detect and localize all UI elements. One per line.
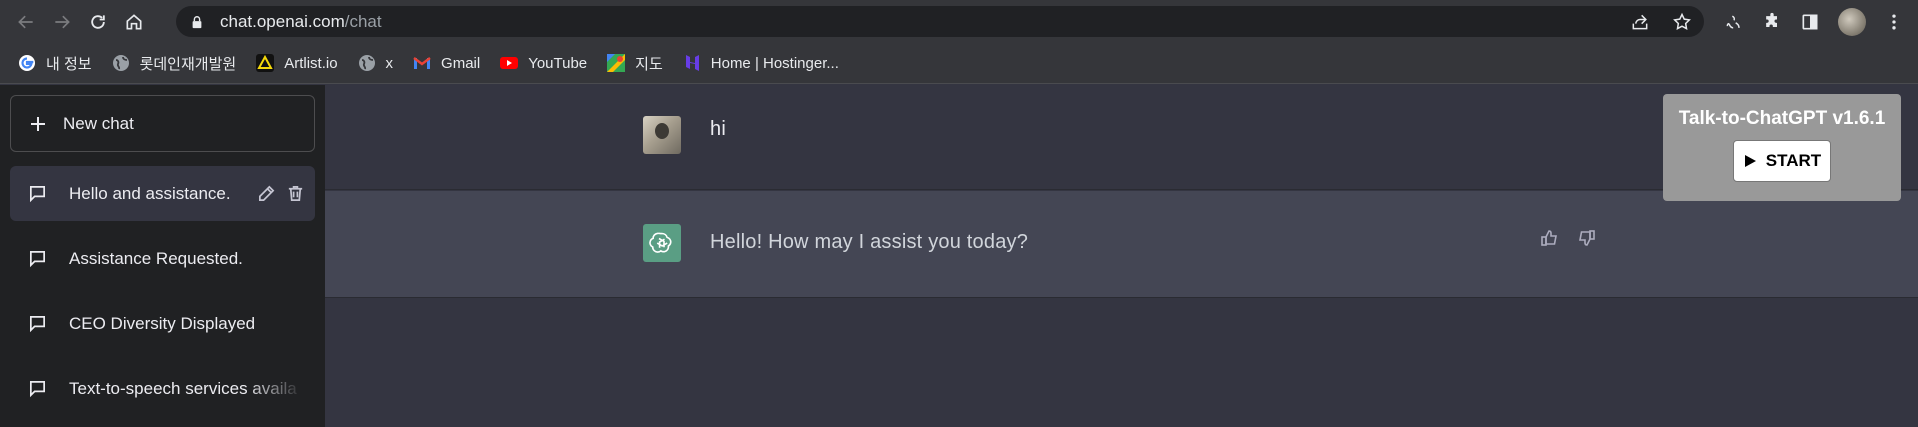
bookmark-x[interactable]: x bbox=[356, 48, 404, 78]
play-icon bbox=[1744, 155, 1756, 167]
address-bar[interactable]: chat.openai.com/chat bbox=[176, 6, 1704, 37]
back-button[interactable] bbox=[8, 4, 44, 40]
share-icon[interactable] bbox=[1630, 12, 1650, 32]
conversation-title: CEO Diversity Displayed bbox=[69, 313, 256, 333]
bookmark-gmail[interactable]: Gmail bbox=[411, 48, 490, 78]
globe-icon bbox=[358, 54, 376, 72]
talk-to-chatgpt-panel: Talk-to-ChatGPT v1.6.1 START bbox=[1663, 94, 1901, 201]
maps-icon bbox=[607, 54, 626, 72]
google-icon bbox=[18, 54, 36, 72]
url-text: chat.openai.com/chat bbox=[220, 12, 382, 32]
bookmark-label: 롯데인재개발원 bbox=[139, 55, 237, 73]
bookmark-label: Artlist.io bbox=[284, 54, 338, 72]
youtube-icon bbox=[500, 54, 519, 72]
home-button[interactable] bbox=[116, 4, 152, 40]
message-bubble-icon bbox=[29, 185, 46, 203]
message-bubble-icon bbox=[29, 380, 46, 398]
extension-title: Talk-to-ChatGPT v1.6.1 bbox=[1678, 108, 1886, 129]
bookmark-hostinger[interactable]: Home | Hostinger... bbox=[681, 48, 849, 78]
user-avatar bbox=[643, 116, 681, 154]
bookmark-my-info[interactable]: 내 정보 bbox=[16, 48, 102, 78]
more-vert-icon[interactable] bbox=[1884, 12, 1904, 32]
gmail-icon bbox=[413, 54, 431, 72]
plus-icon bbox=[31, 116, 45, 131]
bookmark-lotte[interactable]: 롯데인재개발원 bbox=[110, 48, 247, 78]
new-chat-button[interactable]: New chat bbox=[10, 95, 315, 152]
user-message-text: hi bbox=[710, 118, 726, 140]
arrow-left-icon bbox=[18, 15, 33, 28]
thumbs-down-icon[interactable] bbox=[1576, 228, 1596, 248]
url-path: /chat bbox=[344, 11, 382, 31]
bookmark-youtube[interactable]: YouTube bbox=[498, 48, 597, 78]
conversation-title: Text-to-speech services availa bbox=[69, 378, 297, 398]
assistant-message-row: Hello! How may I assist you today? bbox=[325, 191, 1918, 298]
message-bubble-icon bbox=[29, 315, 46, 333]
bookmark-label: Home | Hostinger... bbox=[710, 54, 839, 72]
message-bubble-icon bbox=[29, 250, 46, 268]
side-panel-icon[interactable] bbox=[1800, 12, 1820, 32]
bookmark-artlist[interactable]: Artlist.io bbox=[254, 48, 347, 78]
start-button[interactable]: START bbox=[1733, 140, 1831, 182]
profile-avatar[interactable] bbox=[1838, 7, 1866, 36]
star-icon[interactable] bbox=[1672, 12, 1692, 32]
artlist-icon bbox=[256, 54, 275, 72]
conversation-title: Hello and assistance. bbox=[69, 183, 231, 203]
puzzle-icon[interactable] bbox=[1762, 12, 1782, 32]
forward-button[interactable] bbox=[44, 4, 80, 40]
conversation-title: Assistance Requested. bbox=[69, 248, 243, 268]
extension-fu-icon[interactable] bbox=[1724, 12, 1744, 32]
bookmark-label: x bbox=[385, 54, 394, 72]
conversation-actions bbox=[257, 166, 305, 221]
url-host: chat.openai.com bbox=[220, 11, 345, 31]
conversation-item[interactable]: Assistance Requested. bbox=[10, 231, 315, 286]
conversation-item[interactable]: Text-to-speech services availa bbox=[10, 361, 315, 416]
bookmark-label: YouTube bbox=[528, 54, 588, 72]
feedback-buttons bbox=[1540, 228, 1596, 248]
chatgpt-logo-icon bbox=[643, 224, 681, 262]
home-icon bbox=[126, 13, 142, 29]
bookmark-label: 내 정보 bbox=[46, 55, 92, 73]
trash-icon[interactable] bbox=[286, 184, 305, 203]
new-chat-label: New chat bbox=[63, 113, 134, 133]
reload-icon bbox=[91, 14, 105, 29]
conversation-item[interactable]: CEO Diversity Displayed bbox=[10, 296, 315, 351]
reload-button[interactable] bbox=[80, 4, 116, 40]
bookmark-maps[interactable]: 지도 bbox=[605, 48, 673, 78]
thumbs-up-icon[interactable] bbox=[1540, 228, 1560, 248]
assistant-message-text: Hello! How may I assist you today? bbox=[710, 231, 1029, 253]
arrow-right-icon bbox=[55, 15, 70, 28]
chat-sidebar: New chat Hello and assistance. Assistanc… bbox=[0, 85, 325, 427]
browser-toolbar: chat.openai.com/chat bbox=[0, 0, 1918, 43]
edit-pencil-icon[interactable] bbox=[257, 184, 276, 203]
bookmarks-bar: 내 정보 롯데인재개발원 Artlist.io x Gmail YouTube … bbox=[0, 43, 1918, 84]
globe-icon bbox=[112, 54, 130, 72]
conversation-item-active[interactable]: Hello and assistance. bbox=[10, 166, 315, 221]
lock-icon bbox=[192, 15, 202, 28]
bookmark-label: Gmail bbox=[441, 54, 481, 72]
hostinger-icon bbox=[683, 54, 701, 72]
bookmark-label: 지도 bbox=[635, 55, 663, 73]
start-label: START bbox=[1765, 151, 1822, 170]
